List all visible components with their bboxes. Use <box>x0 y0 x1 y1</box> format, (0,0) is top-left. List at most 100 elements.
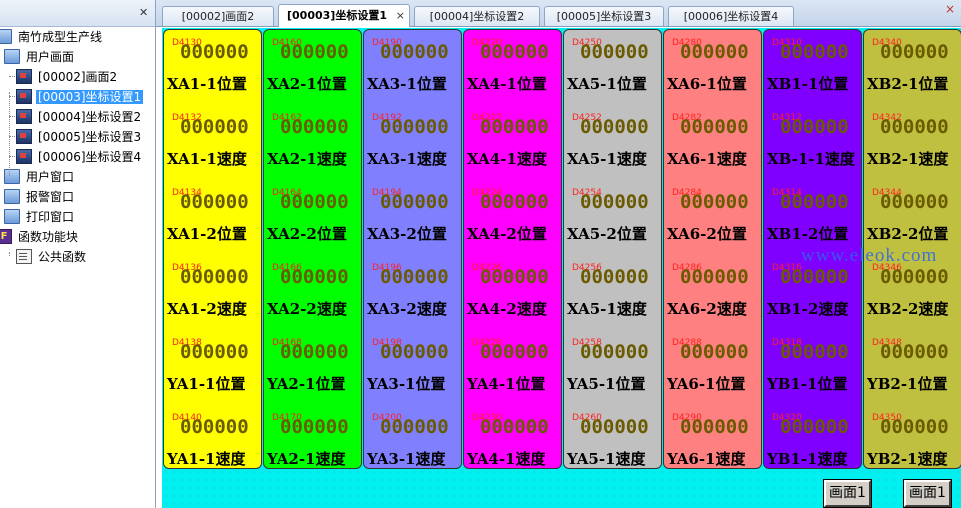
close-tab-icon[interactable]: × <box>396 5 405 27</box>
tab-coordinate-screen[interactable]: [00002]画面2 <box>162 6 274 26</box>
tree-item[interactable]: 打印窗口 <box>4 206 76 226</box>
numeric-input-field[interactable]: 000000 <box>780 266 849 288</box>
tree-item[interactable]: [00003]坐标设置1 <box>16 86 143 106</box>
numeric-input-field[interactable]: 000000 <box>380 41 449 63</box>
numeric-input-field[interactable]: 000000 <box>380 191 449 213</box>
tree-item[interactable]: F 函数功能块 <box>0 226 80 246</box>
parameter-label: YA1-1位置 <box>167 373 246 394</box>
close-panel-icon[interactable]: ✕ <box>139 6 148 19</box>
parameter-label: XA2-2速度 <box>267 298 347 319</box>
parameter-label: XA4-2位置 <box>467 223 547 244</box>
numeric-input-field[interactable]: 000000 <box>280 266 349 288</box>
project-tree: 南竹成型生产线用户画面 [00002]画面2 [00003]坐标设置1 [00004]… <box>0 26 155 508</box>
axis-group-panel: D4280 000000 XA6-1位置 D4282 000000 XA6-1速度 D428… <box>663 29 762 469</box>
parameter-cell: D4162 000000 XA2-1速度 <box>264 105 361 180</box>
numeric-input-field[interactable]: 000000 <box>180 41 249 63</box>
parameter-label: YB1-1位置 <box>767 373 848 394</box>
tab-coordinate-screen[interactable]: [00005]坐标设置3 <box>544 6 664 26</box>
numeric-input-field[interactable]: 000000 <box>180 416 249 438</box>
tree-item[interactable]: 报警窗口 <box>4 186 76 206</box>
numeric-input-field[interactable]: 000000 <box>280 416 349 438</box>
numeric-input-field[interactable]: 000000 <box>480 191 549 213</box>
parameter-cell: D4190 000000 XA3-1位置 <box>364 30 461 105</box>
numeric-input-field[interactable]: 000000 <box>580 191 649 213</box>
numeric-input-field[interactable]: 000000 <box>280 41 349 63</box>
tree-item[interactable]: 用户画面 <box>4 46 76 66</box>
numeric-input-field[interactable]: 000000 <box>680 341 749 363</box>
numeric-input-field[interactable]: 000000 <box>180 191 249 213</box>
parameter-label: XA1-1速度 <box>167 148 247 169</box>
numeric-input-field[interactable]: 000000 <box>880 416 949 438</box>
numeric-input-field[interactable]: 000000 <box>680 191 749 213</box>
goto-screen1-button[interactable]: 画面1 <box>904 480 951 507</box>
screen-design-canvas[interactable]: D4130 000000 XA1-1位置 D4132 000000 XA1-1速度 D413… <box>162 28 961 508</box>
numeric-input-field[interactable]: 000000 <box>880 341 949 363</box>
parameter-cell: D4256 000000 XA5-1速度 <box>564 255 661 330</box>
numeric-input-field[interactable]: 000000 <box>580 416 649 438</box>
numeric-input-field[interactable]: 000000 <box>880 191 949 213</box>
numeric-input-field[interactable]: 000000 <box>680 41 749 63</box>
numeric-input-field[interactable]: 000000 <box>480 266 549 288</box>
goto-screen1-button[interactable]: 画面1 <box>824 480 871 507</box>
folder-icon <box>4 189 20 204</box>
parameter-label: XB2-2位置 <box>867 223 948 244</box>
numeric-input-field[interactable]: 000000 <box>480 116 549 138</box>
tree-item-label: 用户画面 <box>24 50 76 64</box>
numeric-input-field[interactable]: 000000 <box>780 416 849 438</box>
numeric-input-field[interactable]: 000000 <box>780 191 849 213</box>
axis-group-panel: D4190 000000 XA3-1位置 D4192 000000 XA3-1速度 D419… <box>363 29 462 469</box>
parameter-label: XA4-1速度 <box>467 148 547 169</box>
parameter-label: XB1-1位置 <box>767 73 848 94</box>
parameter-cell: D4130 000000 XA1-1位置 <box>164 30 261 105</box>
parameter-label: XA6-1速度 <box>667 148 747 169</box>
tab-coordinate-screen[interactable]: [00004]坐标设置2 <box>414 6 540 26</box>
tree-item[interactable]: [00006]坐标设置4 <box>16 146 143 166</box>
parameter-label: YA5-1速度 <box>567 448 646 469</box>
numeric-input-field[interactable]: 000000 <box>380 416 449 438</box>
numeric-input-field[interactable]: 000000 <box>680 116 749 138</box>
tree-item[interactable]: 南竹成型生产线 <box>0 26 104 46</box>
tree-item[interactable]: 用户窗口 <box>4 166 76 186</box>
parameter-cell: D4164 000000 XA2-2位置 <box>264 180 361 255</box>
numeric-input-field[interactable]: 000000 <box>280 191 349 213</box>
numeric-input-field[interactable]: 000000 <box>580 41 649 63</box>
numeric-input-field[interactable]: 000000 <box>680 266 749 288</box>
numeric-input-field[interactable]: 000000 <box>880 266 949 288</box>
numeric-input-field[interactable]: 000000 <box>580 341 649 363</box>
tab-coordinate-screen[interactable]: [00003]坐标设置1 × <box>278 4 410 27</box>
numeric-input-field[interactable]: 000000 <box>380 116 449 138</box>
tree-item-label: [00005]坐标设置3 <box>36 130 143 144</box>
axis-group-panel: D4220 000000 XA4-1位置 D4222 000000 XA4-1速度 D422… <box>463 29 562 469</box>
numeric-input-field[interactable]: 000000 <box>680 416 749 438</box>
numeric-input-field[interactable]: 000000 <box>780 41 849 63</box>
numeric-input-field[interactable]: 000000 <box>380 266 449 288</box>
numeric-input-field[interactable]: 000000 <box>880 41 949 63</box>
numeric-input-field[interactable]: 000000 <box>280 341 349 363</box>
numeric-input-field[interactable]: 000000 <box>480 41 549 63</box>
parameter-label: XA6-2位置 <box>667 223 747 244</box>
parameter-label: XA5-2位置 <box>567 223 647 244</box>
numeric-input-field[interactable]: 000000 <box>580 266 649 288</box>
parameter-cell: D4286 000000 XA6-2速度 <box>664 255 761 330</box>
tree-item[interactable]: [00005]坐标设置3 <box>16 126 143 146</box>
tree-item[interactable]: [00004]坐标设置2 <box>16 106 143 126</box>
numeric-input-field[interactable]: 000000 <box>380 341 449 363</box>
close-all-tabs-icon[interactable]: × <box>945 2 955 16</box>
numeric-input-field[interactable]: 000000 <box>480 416 549 438</box>
parameter-label: XA6-1位置 <box>667 73 747 94</box>
numeric-input-field[interactable]: 000000 <box>780 116 849 138</box>
numeric-input-field[interactable]: 000000 <box>480 341 549 363</box>
numeric-input-field[interactable]: 000000 <box>580 116 649 138</box>
numeric-input-field[interactable]: 000000 <box>180 341 249 363</box>
numeric-input-field[interactable]: 000000 <box>880 116 949 138</box>
numeric-input-field[interactable]: 000000 <box>180 116 249 138</box>
parameter-label: YA3-1速度 <box>367 448 446 469</box>
tree-item-label: [00003]坐标设置1 <box>36 90 143 104</box>
tab-coordinate-screen[interactable]: [00006]坐标设置4 <box>668 6 794 26</box>
parameter-label: XB2-1位置 <box>867 73 948 94</box>
numeric-input-field[interactable]: 000000 <box>280 116 349 138</box>
tree-item[interactable]: 公共函数 <box>16 246 88 266</box>
numeric-input-field[interactable]: 000000 <box>780 341 849 363</box>
tree-item[interactable]: [00002]画面2 <box>16 66 119 86</box>
numeric-input-field[interactable]: 000000 <box>180 266 249 288</box>
